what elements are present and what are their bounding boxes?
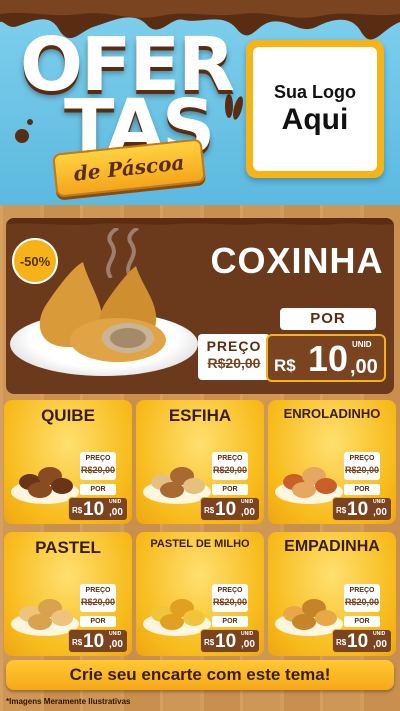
price-integer: 10 xyxy=(83,631,105,652)
price-decimal: ,00 xyxy=(373,639,387,650)
price-box: R$ 10 UNID ,00 xyxy=(68,629,128,653)
price-decimal: ,00 xyxy=(109,639,123,650)
preco-label: PREÇO xyxy=(206,338,262,354)
old-price-tag: PREÇO R$20,00 xyxy=(212,584,248,612)
preco-label: PREÇO xyxy=(85,455,111,462)
por-label: POR xyxy=(344,484,380,495)
price-decimal: ,00 xyxy=(350,356,378,378)
preco-label: PREÇO xyxy=(85,587,111,594)
header-banner: OFER TAS de Páscoa Sua Logo Aqui xyxy=(0,0,400,205)
featured-old-price-tag: PREÇO R$20,00 xyxy=(198,334,270,380)
title-logo: OFER TAS de Páscoa xyxy=(14,22,235,198)
price-decimal: ,00 xyxy=(373,507,387,518)
product-card[interactable]: ENROLADINHO PREÇO R$20,00 POR R$ 10 UNID… xyxy=(268,400,396,524)
old-price: R$20,00 xyxy=(212,597,248,607)
preco-label: PREÇO xyxy=(349,587,375,594)
por-label: POR xyxy=(80,616,116,627)
unit-label: UNID xyxy=(109,631,122,637)
preco-label: PREÇO xyxy=(217,587,243,594)
por-label: POR xyxy=(80,484,116,495)
old-price: R$20,00 xyxy=(207,355,261,371)
price-integer: 10 xyxy=(347,631,369,652)
unit-label: UNID xyxy=(352,340,372,349)
price-integer: 10 xyxy=(83,499,105,520)
logo-text-line-1: Sua Logo xyxy=(274,81,356,102)
logo-placeholder[interactable]: Sua Logo Aqui xyxy=(246,40,384,178)
unit-label: UNID xyxy=(373,499,386,505)
price-box: R$ 10 UNID ,00 xyxy=(200,497,260,521)
logo-inner: Sua Logo Aqui xyxy=(253,47,377,171)
coxinha-image xyxy=(39,262,166,362)
currency: R$ xyxy=(336,506,347,515)
product-card[interactable]: PASTEL DE MILHO PREÇO R$20,00 POR R$ 10 … xyxy=(136,532,264,656)
old-price-tag: PREÇO R$20,00 xyxy=(212,452,248,480)
product-name: EMPADINHA xyxy=(284,538,380,555)
unit-label: UNID xyxy=(109,499,122,505)
product-name: PASTEL DE MILHO xyxy=(150,538,250,550)
disclaimer-text: *Imagens Meramente Ilustrativas xyxy=(6,697,131,706)
old-price: R$20,00 xyxy=(344,465,380,475)
old-price: R$20,00 xyxy=(212,465,248,475)
por-label: POR xyxy=(212,616,248,627)
preco-label: PREÇO xyxy=(349,455,375,462)
currency: R$ xyxy=(336,638,347,647)
product-card[interactable]: PASTEL PREÇO R$20,00 POR R$ 10 UNID ,00 xyxy=(4,532,132,656)
price-box: R$ 10 UNID ,00 xyxy=(332,497,392,521)
price-integer: 10 xyxy=(347,499,369,520)
product-name: QUIBE xyxy=(41,406,95,425)
logo-text-line-2: Aqui xyxy=(281,102,349,136)
product-name: ESFIHA xyxy=(168,406,232,425)
product-name: PASTEL xyxy=(35,538,101,557)
price-integer: 10 xyxy=(215,631,237,652)
cta-banner[interactable]: Crie seu encarte com este tema! xyxy=(6,660,394,690)
currency: R$ xyxy=(72,638,83,647)
price-integer: 10 xyxy=(308,338,349,379)
product-card[interactable]: ESFIHA PREÇO R$20,00 POR R$ 10 UNID ,00 xyxy=(136,400,264,524)
featured-product-name: COXINHA xyxy=(210,240,384,281)
price-integer: 10 xyxy=(215,499,237,520)
unit-label: UNID xyxy=(241,499,254,505)
old-price-tag: PREÇO R$20,00 xyxy=(344,452,380,480)
currency: R$ xyxy=(72,506,83,515)
old-price: R$20,00 xyxy=(80,465,116,475)
old-price-tag: PREÇO R$20,00 xyxy=(344,584,380,612)
product-card[interactable]: EMPADINHA PREÇO R$20,00 POR R$ 10 UNID ,… xyxy=(268,532,396,656)
price-decimal: ,00 xyxy=(109,507,123,518)
currency: R$ xyxy=(274,356,296,375)
panel-chocolate-drip xyxy=(6,218,394,225)
currency: R$ xyxy=(204,506,215,515)
unit-label: UNID xyxy=(373,631,386,637)
price-box: R$ 10 UNID ,00 xyxy=(68,497,128,521)
old-price: R$20,00 xyxy=(80,597,116,607)
old-price-tag: PREÇO R$20,00 xyxy=(80,452,116,480)
old-price: R$20,00 xyxy=(344,597,380,607)
por-label: POR xyxy=(344,616,380,627)
por-label: POR xyxy=(280,308,376,330)
currency: R$ xyxy=(204,638,215,647)
price-box: R$ 10 UNID ,00 xyxy=(200,629,260,653)
price-decimal: ,00 xyxy=(241,639,255,650)
price-box: R$ 10 UNID ,00 xyxy=(332,629,392,653)
unit-label: UNID xyxy=(241,631,254,637)
preco-label: PREÇO xyxy=(217,455,243,462)
featured-price-box: R$ 10 ,00 UNID xyxy=(266,334,386,382)
product-name: ENROLADINHO xyxy=(283,406,381,421)
price-decimal: ,00 xyxy=(241,507,255,518)
old-price-tag: PREÇO R$20,00 xyxy=(80,584,116,612)
por-label: POR xyxy=(212,484,248,495)
product-card[interactable]: QUIBE PREÇO R$20,00 POR R$ 10 UNID ,00 xyxy=(4,400,132,524)
